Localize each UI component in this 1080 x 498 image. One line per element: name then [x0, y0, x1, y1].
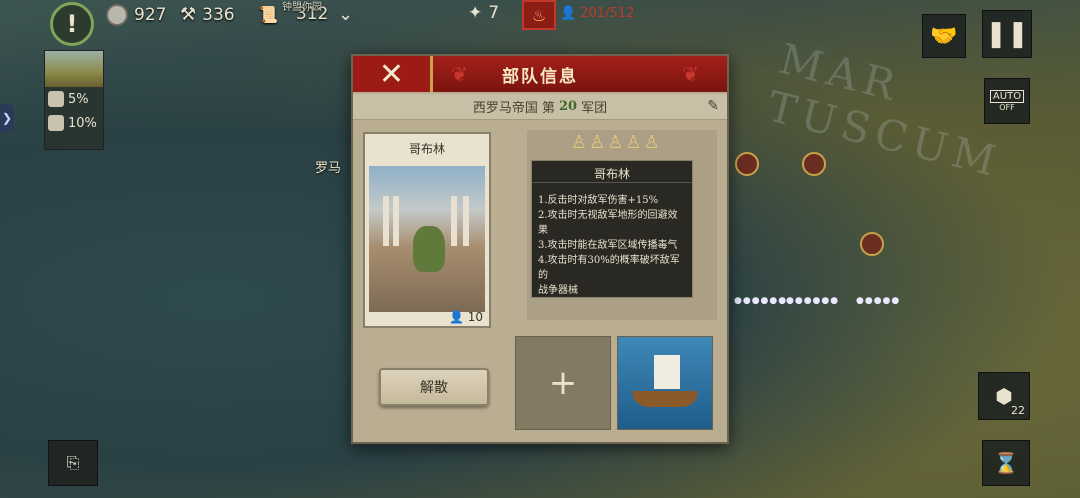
hammer-strike-icon: ✦: [468, 3, 483, 23]
terrain-info-panel[interactable]: 5% 10%: [44, 50, 104, 150]
strike-value: 7: [488, 3, 500, 23]
gold-resource: 927: [106, 4, 166, 26]
alert-button[interactable]: !: [50, 2, 94, 46]
ability-line: 2.攻击时无视敌军地形的回避效果: [538, 210, 678, 236]
close-icon: ✕: [378, 56, 405, 92]
diplomacy-button[interactable]: 🤝: [922, 14, 966, 58]
ability-line: 战争器械: [538, 285, 578, 296]
dialog-title: 部队信息: [502, 66, 578, 87]
enemy-unit[interactable]: [860, 232, 884, 256]
person-icon: 👤: [560, 6, 577, 21]
pause-icon: ❚❚: [985, 19, 1029, 49]
tooltip-body: 1.反击时对敌军伤害+15% 2.攻击时无视敌军地形的回避效果 3.攻击时能在敌…: [532, 183, 692, 298]
enemy-unit[interactable]: [735, 152, 759, 176]
population-value: 201/512: [580, 6, 635, 21]
legion-prefix: 西罗马帝国 第: [472, 101, 556, 116]
close-button[interactable]: ✕: [353, 56, 433, 92]
laurel-icon: ❦: [682, 62, 699, 86]
chevron-down-icon[interactable]: ⌄: [338, 4, 353, 25]
sword-icon: [48, 91, 64, 107]
legion-number: 20: [559, 99, 578, 114]
gold-value: 927: [134, 5, 167, 25]
side-panel-toggle[interactable]: ❯: [0, 104, 14, 132]
unit-strength-dots: ●●●●●: [856, 296, 901, 306]
scroll-map-icon: ⎘: [66, 453, 80, 472]
scroll-label: 钟盟你园: [282, 2, 322, 13]
hammer-value: 336: [202, 4, 235, 25]
legion-name-row: 西罗马帝国 第 20 军团 ✎: [353, 94, 727, 120]
unit-portrait: [369, 166, 485, 312]
unit-count: 👤 10: [448, 310, 483, 324]
bonus-value: 10%: [68, 115, 97, 131]
goblin-figure: [413, 226, 445, 272]
ship-sail: [654, 355, 680, 389]
pencil-icon[interactable]: ✎: [707, 98, 719, 114]
tooltip-title: 哥布林: [532, 161, 692, 183]
scroll-resource: 📜 钟盟你园 312: [258, 2, 328, 24]
person-icon: 👤: [448, 310, 464, 324]
ship-icon: [632, 391, 698, 407]
ship-equipment-slot[interactable]: [617, 336, 713, 430]
terrain-bonus-defense: 10%: [45, 111, 103, 135]
terrain-image: [45, 51, 103, 87]
auto-toggle-button[interactable]: AUTO OFF: [984, 78, 1030, 124]
legion-suffix: 军团: [581, 101, 608, 116]
hex-count: 22: [1011, 404, 1025, 417]
ability-line: 4.攻击时有30%的概率破坏敌军的: [538, 255, 680, 281]
auto-state: OFF: [999, 103, 1015, 112]
auto-label: AUTO: [989, 90, 1025, 103]
scroll-map-button[interactable]: ⎘: [48, 440, 98, 486]
industry-resource: ⚒ 336: [180, 4, 235, 25]
hourglass-icon: ⌛: [993, 451, 1019, 475]
add-equipment-slot[interactable]: +: [515, 336, 611, 430]
unit-card-name: 哥布林: [408, 142, 445, 156]
fire-icon[interactable]: ♨: [522, 0, 556, 30]
terrain-bonus-attack: 5%: [45, 87, 103, 111]
population-display: 👤 201/512: [560, 6, 634, 21]
disband-button[interactable]: 解散: [379, 368, 489, 406]
unit-info-dialog: ❦ 部队信息 ❦ ✕ 西罗马帝国 第 20 军团 ✎ 哥布林 👤 10 HP 1…: [351, 54, 729, 444]
scroll-icon: 📜: [258, 4, 278, 24]
unit-ability-tooltip: 哥布林 1.反击时对敌军伤害+15% 2.攻击时无视敌军地形的回避效果 3.攻击…: [531, 160, 693, 298]
hex-select-button[interactable]: ⬢ 22: [978, 372, 1030, 420]
pause-button[interactable]: ❚❚: [982, 10, 1032, 58]
strike-counter: ✦ 7: [468, 3, 499, 23]
laurel-icon: ❦: [451, 62, 468, 86]
handshake-icon: 🤝: [930, 23, 958, 49]
gold-icon: [106, 4, 128, 26]
city-label-rome[interactable]: 罗马: [315, 157, 341, 176]
bonus-value: 5%: [68, 91, 89, 107]
hammer-icon: ⚒: [180, 4, 197, 25]
hourglass-button[interactable]: ⌛: [982, 440, 1030, 486]
unit-strength-dots: ●●●●●●: [786, 296, 840, 306]
ability-line: 1.反击时对敌军伤害+15%: [538, 195, 659, 206]
enemy-unit[interactable]: [802, 152, 826, 176]
plus-icon: +: [548, 363, 578, 403]
shield-icon: [48, 115, 64, 131]
unit-strength-dots: ●●●●●●: [734, 296, 788, 306]
unit-card[interactable]: 哥布林 👤 10: [363, 132, 491, 328]
veterancy-rank-icons: ♙♙♙♙♙: [571, 132, 662, 153]
ability-line: 3.攻击时能在敌军区域传播毒气: [538, 240, 678, 251]
sea-label: MAR TUSCUM: [762, 33, 1007, 187]
